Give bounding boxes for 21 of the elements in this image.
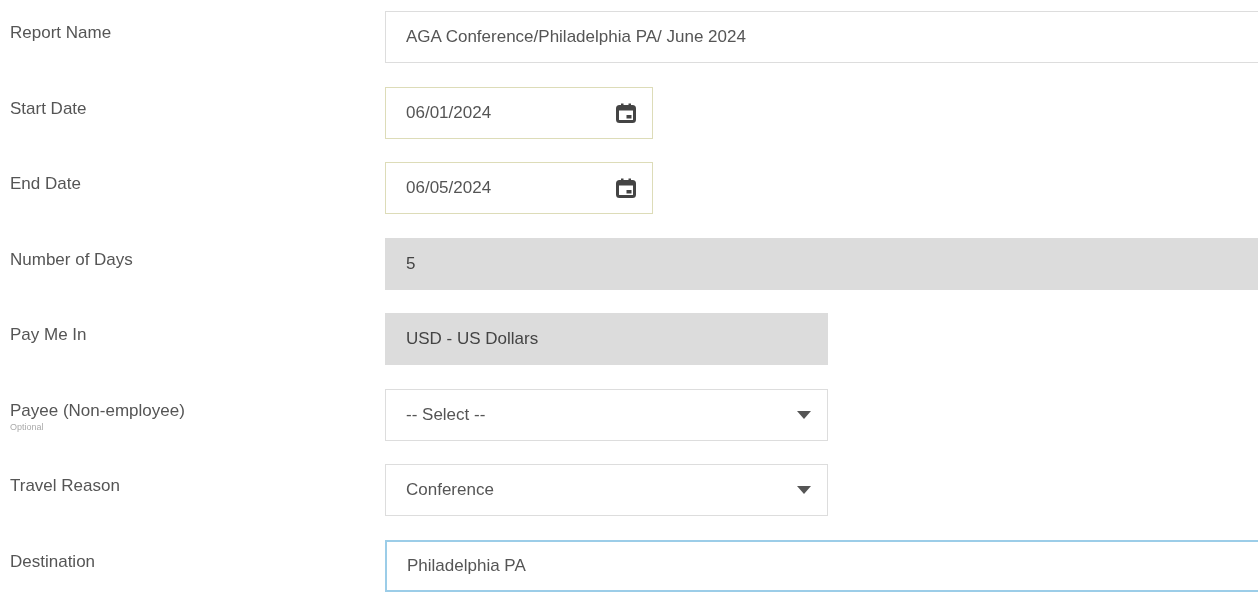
date-field[interactable]: 06/05/2024 [385, 162, 653, 214]
calendar-icon [616, 178, 636, 198]
caret-icon [797, 486, 811, 494]
field-label: Payee (Non-employee) [10, 400, 186, 421]
caret-icon [797, 410, 811, 419]
calendar-icon [616, 102, 636, 123]
field-label: Destination [10, 551, 97, 572]
field-label: Travel Reason [10, 476, 121, 496]
field-label: Pay Me In [10, 325, 88, 345]
text-field[interactable]: Philadelphia PA [385, 539, 1258, 592]
field-label: Report Name [10, 23, 113, 43]
readonly-field: USD - US Dollars [385, 313, 828, 365]
field-label: Start Date [10, 98, 88, 119]
select-dropdown[interactable]: -- Select -- [385, 388, 828, 441]
field-label: Number of Days [10, 249, 134, 270]
readonly-field: 5 [385, 237, 1258, 290]
text-field[interactable]: AGA Conference/Philadelphia PA/ June 2024 [385, 11, 1258, 63]
field-label: End Date [10, 174, 82, 194]
optional-hint: Optional [10, 421, 45, 432]
date-field[interactable]: 06/01/2024 [385, 86, 653, 139]
select-dropdown[interactable]: Conference [385, 464, 828, 516]
